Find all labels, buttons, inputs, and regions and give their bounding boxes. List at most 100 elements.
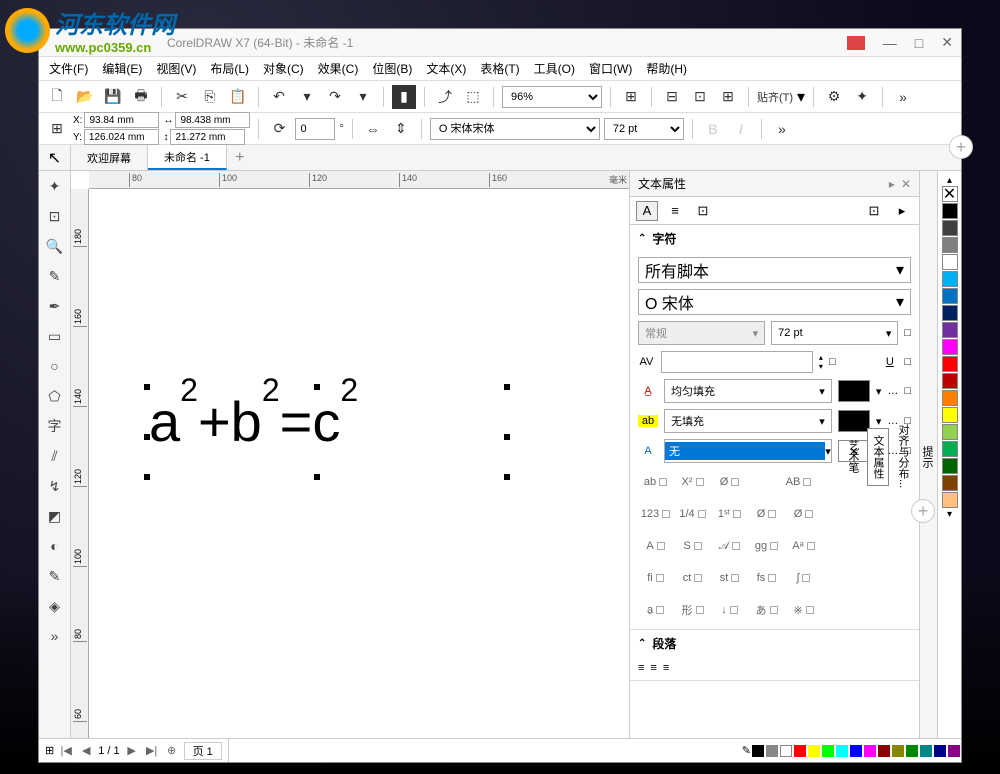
parallel-tool-icon[interactable]: ⫽ — [44, 445, 66, 467]
ot-ab[interactable]: ab — [638, 469, 673, 495]
selection-handle[interactable] — [504, 384, 510, 390]
tab-welcome[interactable]: 欢迎屏幕 — [71, 145, 148, 170]
ot-fs[interactable]: fs — [749, 565, 784, 591]
tab-untitled[interactable]: 未命名 -1 — [148, 145, 227, 170]
page-tab[interactable]: 页 1 — [184, 742, 222, 760]
palette-down-icon[interactable]: ▾ — [947, 509, 952, 520]
settings-tab-icon[interactable]: ⊡ — [863, 201, 885, 221]
outline-select[interactable]: 无▾ — [664, 439, 832, 463]
align-left-icon[interactable]: ≡ — [638, 662, 644, 674]
menu-window[interactable]: 窗口(W) — [589, 60, 632, 77]
opt-dot[interactable]: □ — [904, 385, 911, 397]
char-section-header[interactable]: ⌃字符 — [630, 225, 919, 251]
ot-frac[interactable]: 1/4 — [675, 501, 710, 527]
palette-color[interactable] — [942, 492, 958, 508]
palette-color[interactable] — [942, 237, 958, 253]
font-select[interactable]: O 宋体宋体 — [430, 118, 600, 140]
rectangle-tool-icon[interactable]: ▭ — [44, 325, 66, 347]
ot-kana[interactable]: あ — [749, 597, 784, 623]
new-icon[interactable]: 🗋 — [45, 85, 69, 109]
menu-object[interactable]: 对象(C) — [263, 60, 304, 77]
panel-close-icon[interactable]: ✕ — [901, 177, 911, 191]
open-icon[interactable]: 📂 — [73, 85, 97, 109]
panel-pin-icon[interactable]: ▸ — [889, 177, 895, 191]
freehand-tool-icon[interactable]: ✎ — [44, 265, 66, 287]
menu-bitmap[interactable]: 位图(B) — [372, 60, 412, 77]
para-section-header[interactable]: ⌃段落 — [630, 630, 919, 656]
menu-view[interactable]: 视图(V) — [156, 60, 196, 77]
snap-label[interactable]: 贴齐(T) — [757, 89, 793, 105]
palette-color[interactable] — [942, 407, 958, 423]
ot-u1[interactable]: a̱ — [638, 597, 673, 623]
char-tab-icon[interactable]: A — [636, 201, 658, 221]
more-icon[interactable]: » — [770, 117, 794, 141]
zoom-select[interactable]: 96% — [502, 86, 602, 108]
palette-color[interactable] — [942, 271, 958, 287]
ot-caps[interactable]: AB — [781, 469, 816, 495]
page-add-icon[interactable]: ⊕ — [164, 744, 180, 757]
fontsize-select[interactable]: 72 pt — [604, 118, 684, 140]
user-icon[interactable] — [847, 36, 865, 50]
ot-gg[interactable]: gg — [749, 533, 784, 559]
italic-icon[interactable]: I — [729, 117, 753, 141]
cut-icon[interactable]: ✂ — [170, 85, 194, 109]
w-input[interactable] — [175, 112, 250, 128]
apply-tab-icon[interactable]: ▸ — [891, 201, 913, 221]
opt-dot[interactable]: □ — [904, 356, 911, 368]
menu-file[interactable]: 文件(F) — [49, 60, 88, 77]
tab-add-icon[interactable]: + — [227, 149, 253, 167]
selection-handle[interactable] — [314, 474, 320, 480]
rotation-input[interactable] — [295, 118, 335, 140]
options-icon[interactable]: ⚙ — [822, 85, 846, 109]
align-right-icon[interactable]: ≡ — [663, 662, 669, 674]
ot-s[interactable]: S — [675, 533, 710, 559]
selection-handle[interactable] — [314, 384, 320, 390]
ot-zero2[interactable]: Ø — [786, 501, 821, 527]
page-last-icon[interactable]: ▶| — [144, 744, 160, 757]
fill-more-icon[interactable]: … — [887, 385, 898, 397]
palette-none[interactable]: ✕ — [942, 186, 958, 202]
ellipse-tool-icon[interactable]: ○ — [44, 355, 66, 377]
export-icon[interactable]: ⤴ — [433, 85, 457, 109]
palette-color[interactable] — [942, 288, 958, 304]
bgfill-select[interactable]: 无填充▾ — [664, 409, 832, 433]
more-tool-icon[interactable]: » — [44, 625, 66, 647]
launch-icon[interactable]: ✦ — [850, 85, 874, 109]
palette-color[interactable] — [942, 322, 958, 338]
mirror-h-icon[interactable]: ⇔ — [361, 117, 385, 141]
script-select[interactable]: 所有脚本▾ — [638, 257, 911, 283]
fill-color-swatch[interactable] — [838, 380, 870, 402]
x-input[interactable] — [84, 112, 159, 128]
ot-smcp[interactable]: Aᵃ — [786, 533, 821, 559]
publish-icon[interactable]: ⬚ — [461, 85, 485, 109]
ot-fi[interactable]: fi — [638, 565, 673, 591]
plus-badge-icon[interactable]: + — [949, 135, 973, 159]
palette-color[interactable] — [942, 305, 958, 321]
ot-ref[interactable]: ※ — [786, 597, 821, 623]
align-center-icon[interactable]: ≡ — [650, 662, 656, 674]
more-icon[interactable]: » — [891, 85, 915, 109]
palette-color[interactable] — [942, 203, 958, 219]
ot-ord[interactable]: 1ˢᵗ — [712, 501, 747, 527]
palette-color[interactable] — [942, 339, 958, 355]
ot-num[interactable]: 123 — [638, 501, 673, 527]
ot-super[interactable]: X² — [675, 469, 710, 495]
paste-icon[interactable]: 📋 — [226, 85, 250, 109]
ot-ct[interactable]: ct — [675, 565, 710, 591]
page-extra-icon[interactable]: ⊞ — [45, 744, 54, 757]
close-icon[interactable]: ✕ — [941, 34, 953, 51]
menu-text[interactable]: 文本(X) — [426, 60, 466, 77]
y-input[interactable] — [84, 129, 159, 145]
dock-text-props[interactable]: 文本属性 — [867, 428, 889, 486]
transparency-tool-icon[interactable]: ◐ — [44, 535, 66, 557]
shape-tool-icon[interactable]: ✦ — [44, 175, 66, 197]
para-tab-icon[interactable]: ≡ — [664, 201, 686, 221]
palette-color[interactable] — [942, 424, 958, 440]
ot-a[interactable]: A — [638, 533, 673, 559]
ot-zero[interactable]: Ø — [749, 501, 784, 527]
ruler-icon[interactable]: ⊟ — [660, 85, 684, 109]
pick-tool-icon[interactable]: ↖ — [39, 145, 71, 170]
palette-color[interactable] — [942, 441, 958, 457]
ot-down[interactable]: ↓ — [712, 597, 747, 623]
menu-effect[interactable]: 效果(C) — [318, 60, 359, 77]
